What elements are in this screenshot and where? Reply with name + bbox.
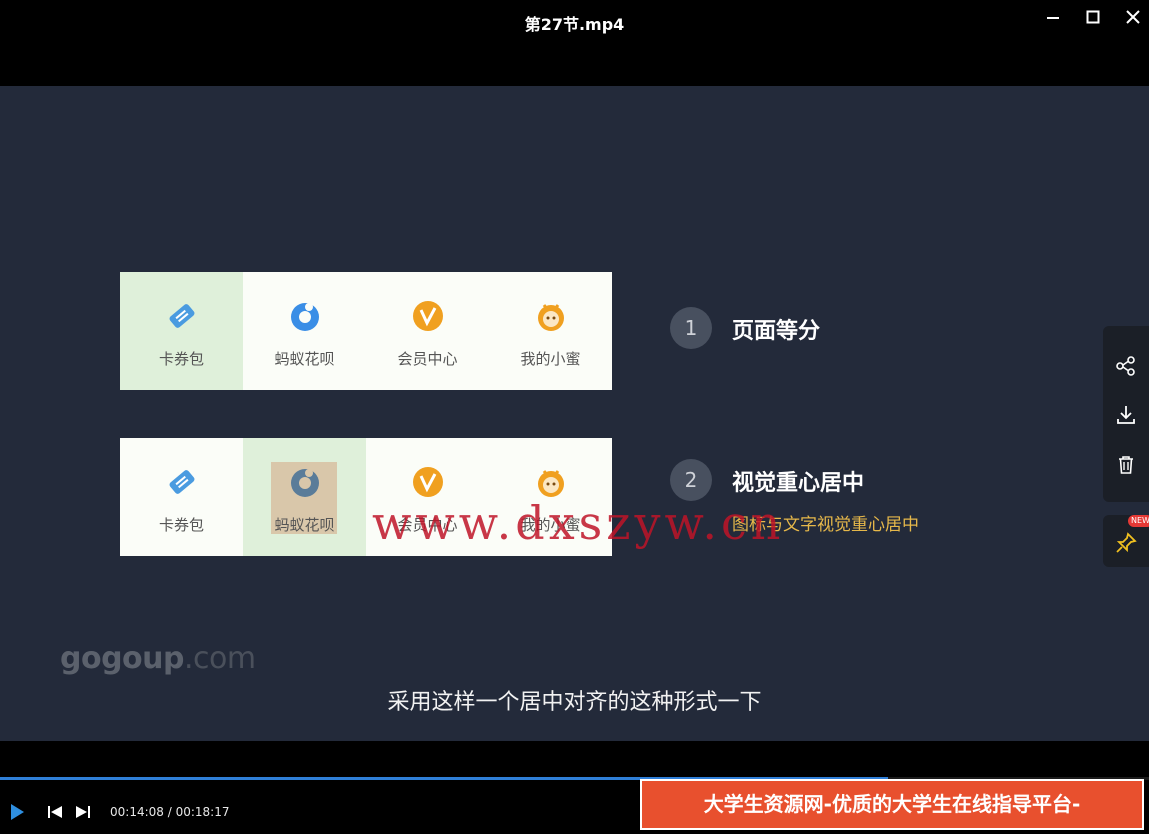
minimize-icon: [1047, 17, 1059, 19]
skip-next-icon: [76, 806, 90, 818]
total-time: 00:18:17: [175, 805, 230, 819]
tab-card-equal-split: 卡券包 蚂蚁花呗 会员中心 我的小蜜: [120, 272, 612, 390]
point-number-1: 1: [670, 307, 712, 349]
time-display: 00:14:08 / 00:18:17: [110, 805, 229, 819]
card-label: 卡券包: [158, 350, 204, 368]
vip-icon: [408, 464, 448, 500]
previous-button[interactable]: [44, 801, 66, 823]
card-label: 蚂蚁花呗: [274, 516, 335, 534]
bee-icon: [531, 298, 571, 334]
huabei-icon: [285, 464, 325, 500]
time-separator: /: [163, 805, 176, 819]
card-cell: 会员中心: [366, 272, 489, 390]
play-icon: [11, 804, 24, 820]
current-time: 00:14:08: [110, 805, 164, 819]
promo-banner[interactable]: 大学生资源网-优质的大学生在线指导平台-www.dxszyw.cn: [640, 779, 1144, 830]
download-icon: [1117, 406, 1135, 424]
card-cell: 卡券包: [120, 272, 243, 390]
ticket-icon: [162, 298, 202, 334]
delete-button[interactable]: [1103, 443, 1149, 487]
video-subtitle: 采用这样一个居中对齐的这种形式一下: [387, 690, 762, 715]
vip-icon: [408, 298, 448, 334]
point-number-2: 2: [670, 459, 712, 501]
video-frame[interactable]: 卡券包 蚂蚁花呗 会员中心 我的小蜜 卡券包 蚂蚁花呗 会员中心 我的小蜜 1 …: [0, 86, 1149, 741]
gogoup-suffix: .com: [184, 641, 256, 676]
maximize-button[interactable]: [1080, 8, 1106, 30]
maximize-icon: [1086, 10, 1100, 24]
point-title-1: 页面等分: [732, 319, 821, 344]
close-button[interactable]: [1120, 8, 1146, 30]
ticket-icon: [162, 464, 202, 500]
title-bar: 第27节.mp4: [0, 0, 1149, 44]
play-button[interactable]: [6, 801, 28, 823]
share-button[interactable]: [1103, 344, 1149, 388]
point-title-2: 视觉重心居中: [732, 471, 865, 496]
card-cell: 我的小蜜: [489, 272, 612, 390]
download-button[interactable]: [1103, 393, 1149, 437]
card-cell: 卡券包: [120, 438, 243, 556]
window-title: 第27节.mp4: [524, 15, 625, 34]
close-icon: [1126, 10, 1140, 24]
pin-icon: [1116, 532, 1137, 553]
gogoup-main: gogoup: [60, 641, 185, 676]
minimize-button[interactable]: [1040, 8, 1066, 30]
card-label: 卡券包: [158, 516, 204, 534]
card-label: 我的小蜜: [520, 350, 581, 368]
huabei-icon: [285, 298, 325, 334]
pin-button-inner[interactable]: [1103, 521, 1149, 565]
side-toolbar: [1103, 326, 1149, 502]
bee-icon: [531, 464, 571, 500]
gogoup-logo: gogoup.com: [60, 641, 256, 676]
new-badge: NEW: [1128, 515, 1149, 527]
share-icon: [1116, 356, 1135, 376]
card-cell: 蚂蚁花呗: [243, 272, 366, 390]
next-button[interactable]: [72, 801, 94, 823]
site-watermark: www.dxszyw.cn: [372, 496, 785, 550]
card-label: 会员中心: [397, 350, 458, 368]
trash-icon: [1119, 456, 1133, 474]
skip-previous-icon: [48, 806, 62, 818]
card-cell: 蚂蚁花呗: [243, 438, 366, 556]
card-label: 蚂蚁花呗: [274, 350, 335, 368]
